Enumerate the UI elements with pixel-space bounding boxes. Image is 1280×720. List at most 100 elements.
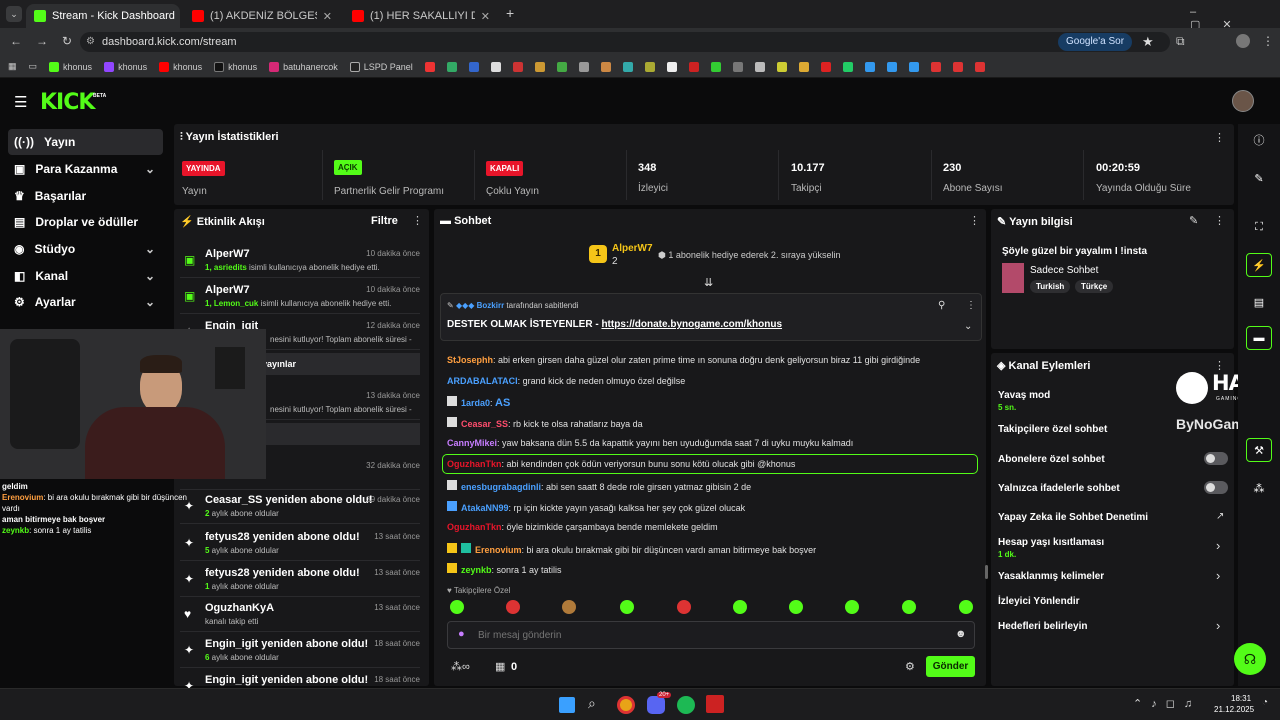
- start-icon[interactable]: [559, 697, 575, 713]
- bookmark-icon[interactable]: [952, 61, 963, 72]
- close-icon[interactable]: ✕: [323, 10, 332, 23]
- bookmark-icon[interactable]: [820, 61, 831, 72]
- pencil-icon[interactable]: ✎: [1246, 166, 1272, 190]
- chat-settings-icon[interactable]: ⚙: [905, 660, 915, 673]
- action-account-age[interactable]: Hesap yaşı kısıtlaması 1 dk.: [998, 537, 1104, 559]
- event-item[interactable]: ▣ AlperW7 10 dakika önce 1, asriedits isiml…: [180, 243, 420, 278]
- action-host[interactable]: İzleyici Yönlendir: [998, 596, 1080, 607]
- sidebar-item-ayarlar[interactable]: ⚙ Ayarlar ⌄: [8, 289, 163, 315]
- bookmark-icon[interactable]: [424, 61, 435, 72]
- profile-avatar[interactable]: [1236, 34, 1250, 48]
- event-item[interactable]: ✦ Ceasar_SS yeniden abone oldu! 39 dakika …: [180, 489, 420, 524]
- bookmark-icon[interactable]: [622, 61, 633, 72]
- star-icon[interactable]: ★: [1142, 34, 1154, 50]
- sidebar-item-basarilar[interactable]: ♛ Başarılar: [8, 183, 163, 209]
- chat-input[interactable]: [478, 627, 938, 643]
- bookmark-icon[interactable]: [578, 61, 589, 72]
- support-button[interactable]: ☊: [1234, 643, 1266, 675]
- bookmark-icon[interactable]: [534, 61, 545, 72]
- chat-message[interactable]: StJosephh: abi erken girsen daha güzel o…: [447, 355, 920, 365]
- chat-username[interactable]: OguzhanTkn: [447, 459, 502, 469]
- event-item[interactable]: ✦ fetyus28 yeniden abone oldu! 13 saat önc…: [180, 562, 420, 597]
- chat-message[interactable]: CannyMikei: yaw baksana dün 5.5 da kapat…: [447, 438, 853, 448]
- chat-bubble-icon[interactable]: ▬: [1246, 326, 1272, 350]
- spotify-icon[interactable]: [677, 696, 695, 714]
- tray-icons[interactable]: ⌃♪◻♫: [1133, 697, 1201, 710]
- bookmark[interactable]: batuhanercok: [269, 61, 338, 72]
- chat-message[interactable]: AtakaNN99: rp için kickte yayın yasağı k…: [447, 501, 745, 513]
- store-icon[interactable]: ▦: [495, 660, 505, 673]
- bookmark-icon[interactable]: [710, 61, 721, 72]
- url-input[interactable]: dashboard.kick.com/stream: [80, 32, 1170, 52]
- bookmark[interactable]: khonus: [159, 61, 202, 72]
- chat-username[interactable]: CannyMikei: [447, 438, 497, 448]
- sidebar-item-kanal[interactable]: ◧ Kanal ⌄: [8, 263, 163, 289]
- bookmark-icon[interactable]: [644, 61, 655, 72]
- mic-icon[interactable]: ●: [458, 628, 465, 640]
- category-name[interactable]: Sadece Sohbet: [1030, 265, 1098, 276]
- chat-username[interactable]: Erenovium: [475, 545, 522, 555]
- share-icon[interactable]: ⁂: [1246, 476, 1272, 500]
- info-menu-icon[interactable]: ⋮: [1214, 214, 1225, 227]
- bookmark-icon[interactable]: [732, 61, 743, 72]
- send-button[interactable]: Gönder: [926, 656, 975, 677]
- activity-menu-icon[interactable]: ⋮: [412, 214, 423, 227]
- chat-message[interactable]: Erenovium: bi ara okulu bırakmak gibi bi…: [447, 543, 816, 555]
- chat-username[interactable]: ARDABALATACI: [447, 376, 518, 386]
- chevron-right-icon[interactable]: ›: [1216, 618, 1220, 633]
- bookmark-icon[interactable]: [600, 61, 611, 72]
- tag-chip[interactable]: Turkish: [1030, 280, 1071, 293]
- filter-button[interactable]: Filtre: [371, 215, 398, 227]
- tab-youtube-2[interactable]: (1) HER SAKALLIYI DEDEN SAN ✕: [344, 4, 498, 28]
- bookmark-icon[interactable]: [974, 61, 985, 72]
- bookmark-icon[interactable]: [864, 61, 875, 72]
- action-followers-only[interactable]: Takipçilere özel sohbet: [998, 424, 1107, 435]
- event-item[interactable]: ♥ OguzhanKyA 13 saat önce kanalı takip etti: [180, 597, 420, 632]
- emotes-only-toggle[interactable]: [1204, 481, 1228, 494]
- points-icon[interactable]: ⁂∞: [451, 660, 470, 673]
- bookmark-icon[interactable]: [776, 61, 787, 72]
- kick-logo[interactable]: KICK: [40, 90, 95, 115]
- chat-message[interactable]: ARDABALATACI: grand kick de neden olmuyo…: [447, 376, 685, 386]
- chat-username[interactable]: StJosephh: [447, 355, 493, 365]
- event-item[interactable]: ▣ AlperW7 10 dakika önce 1, Lemon_cuk isiml…: [180, 279, 420, 314]
- stats-menu-icon[interactable]: ⋮: [1214, 131, 1225, 144]
- bookmark-icon[interactable]: [468, 61, 479, 72]
- chat-message[interactable]: OguzhanTkn: abi kendinden çok ödün veriy…: [447, 459, 795, 469]
- chrome-icon[interactable]: [617, 696, 635, 714]
- close-icon[interactable]: ✕: [481, 10, 490, 23]
- event-item[interactable]: ✦ fetyus28 yeniden abone oldu! 13 saat önc…: [180, 526, 420, 561]
- scroll-arrow-icon[interactable]: ⇊: [704, 276, 713, 289]
- bell-icon[interactable]: ◔: [1262, 697, 1268, 708]
- event-item[interactable]: ✦ Engin_igit yeniden abone oldu! 18 saat ö…: [180, 669, 420, 693]
- document-icon[interactable]: ▤: [1246, 290, 1272, 314]
- emoji-icon[interactable]: ☻: [955, 628, 967, 640]
- bookmark[interactable]: khonus: [49, 61, 92, 72]
- chat-username[interactable]: Ceasar_SS: [461, 419, 508, 429]
- sidebar-item-yayin[interactable]: ((·)) Yayın: [8, 129, 163, 155]
- edit-icon[interactable]: ✎: [1189, 214, 1198, 227]
- bookmark-icon[interactable]: [666, 61, 677, 72]
- bookmark-icon[interactable]: [556, 61, 567, 72]
- chat-menu-icon[interactable]: ⋮: [969, 214, 980, 227]
- bookmark[interactable]: LSPD Panel: [349, 61, 413, 72]
- site-info-icon[interactable]: ⚙: [86, 36, 95, 47]
- chat-scrollbar[interactable]: [985, 565, 988, 579]
- bolt-icon[interactable]: ⚡: [1246, 253, 1272, 277]
- subscribers-only-toggle[interactable]: [1204, 452, 1228, 465]
- bookmark-icon[interactable]: [688, 61, 699, 72]
- bookmark-icon[interactable]: [754, 61, 765, 72]
- chevron-right-icon[interactable]: ›: [1216, 568, 1220, 583]
- emote-icon[interactable]: [620, 600, 634, 614]
- folder-icon[interactable]: ▭: [29, 61, 38, 72]
- screenshot-icon[interactable]: ⛶: [1246, 215, 1272, 239]
- search-icon[interactable]: ⌕: [588, 695, 596, 712]
- emote-icon[interactable]: [845, 600, 859, 614]
- sidebar-item-droplar[interactable]: ▤ Droplar ve ödüller: [8, 209, 163, 235]
- emote-icon[interactable]: [733, 600, 747, 614]
- action-ai-moderation[interactable]: Yapay Zeka ile Sohbet Denetimi: [998, 512, 1148, 523]
- bookmark-icon[interactable]: [512, 61, 523, 72]
- sidebar-item-para-kazanma[interactable]: ▣ Para Kazanma ⌄: [8, 156, 163, 182]
- action-banned-words[interactable]: Yasaklanmış kelimeler: [998, 571, 1104, 582]
- bookmark-icon[interactable]: [930, 61, 941, 72]
